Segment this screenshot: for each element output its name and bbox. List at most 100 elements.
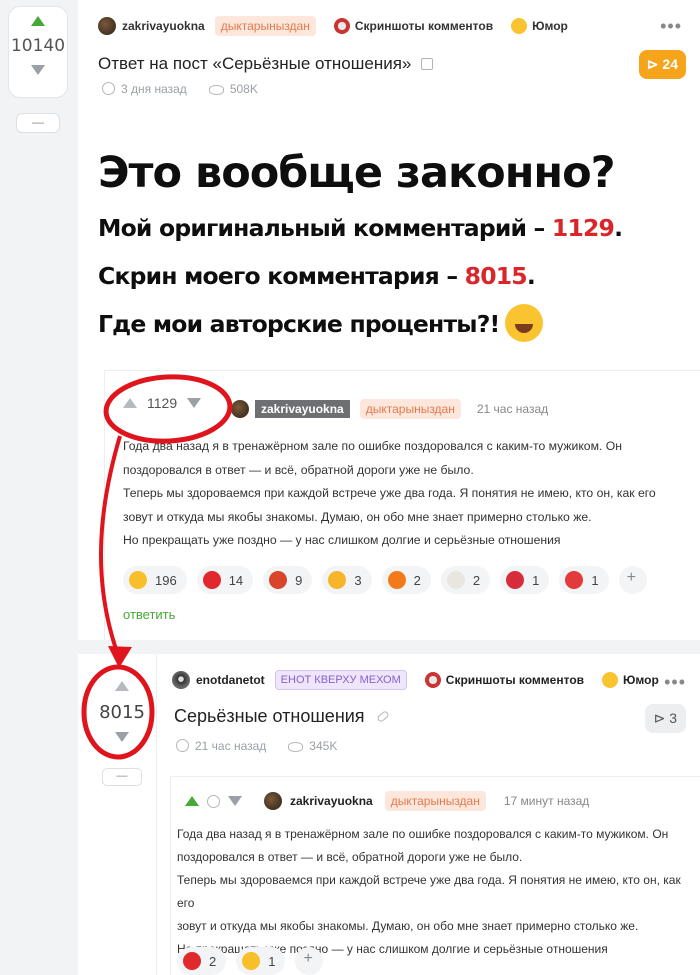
strawberry-emoji-icon [506, 571, 525, 589]
comments-category-icon [424, 672, 441, 688]
embedded-comment-text: Года два назад я в тренажёрном зале по о… [177, 827, 681, 956]
comment-author[interactable]: zakrivayuokna [255, 400, 350, 418]
eye-icon [208, 85, 224, 95]
laughing-emoji-icon [242, 952, 261, 970]
accordion-emoji-icon [269, 571, 288, 589]
collapse-button[interactable]: — [102, 768, 142, 786]
reaction-pill[interactable]: 1 [236, 947, 286, 975]
category-screenshots[interactable]: Скриншоты комментов [424, 672, 584, 688]
headline-line-3: Скрин моего комментария – 8015. [98, 262, 536, 290]
post-views: 345K [288, 739, 337, 753]
raccoon-avatar[interactable] [172, 671, 190, 689]
embedded-comment-meta: zakrivayuokna дыктарыныздан 17 минут наз… [185, 791, 589, 811]
upvote-icon[interactable] [185, 796, 199, 806]
heart-emoji-icon [183, 952, 201, 970]
add-reaction-icon[interactable] [618, 566, 647, 594]
reaction-pill[interactable]: 1 [559, 566, 609, 594]
headline-line-4: Где мои авторские проценты?! [98, 300, 698, 348]
reaction-pill[interactable]: 2 [381, 566, 431, 594]
reaction-pill[interactable]: 14 [196, 566, 254, 594]
post-vote-box: 10140 [8, 6, 68, 98]
post-rating: 10140 [10, 36, 66, 56]
post-meta: zakrivayuokna дыктарыныздан Скриншоты ко… [98, 16, 568, 36]
megaphone-icon: ⊳ [646, 56, 659, 72]
comment-author-tag[interactable]: дыктарыныздан [384, 791, 486, 811]
upvote-icon[interactable] [31, 16, 45, 26]
eye-icon [288, 742, 304, 752]
comments-count-badge[interactable]: ⊳ 24 [638, 50, 686, 79]
clock-icon [176, 739, 189, 752]
add-reaction-icon[interactable] [295, 947, 324, 975]
comment-vote: 1129 [123, 395, 202, 411]
reaction-count: 3 [354, 572, 362, 588]
upvote-icon[interactable] [115, 681, 129, 691]
category-screenshots[interactable]: Скриншоты комментов [333, 18, 493, 34]
avatar[interactable] [231, 400, 249, 418]
post-stats: 3 дня назад 508K [102, 82, 258, 96]
comment-meta: zakrivayuokna дыктарыныздан 21 час назад [231, 399, 548, 419]
downvote-icon[interactable] [31, 65, 45, 75]
reaction-pill[interactable]: 3 [322, 566, 372, 594]
reaction-pill[interactable]: 9 [263, 566, 313, 594]
author-tag[interactable]: дыктарыныздан [214, 16, 316, 36]
laughing-emoji-icon [505, 304, 544, 342]
divider [156, 654, 157, 975]
avatar[interactable] [264, 792, 282, 810]
embedded-comment: zakrivayuokna дыктарыныздан 17 минут наз… [170, 776, 700, 975]
original-post-title[interactable]: Серьёзные отношения [174, 706, 390, 727]
reaction-count: 1 [532, 572, 540, 588]
reaction-count: 2 [472, 572, 481, 588]
reaction-count: 1 [591, 572, 599, 588]
post-card: zakrivayuokna дыктарыныздан Скриншоты ко… [78, 0, 700, 975]
comment-reactions: 196 14 9 3 2 2 1 1 [123, 566, 647, 594]
author-name[interactable]: zakrivayuokna [122, 19, 205, 33]
hundred-emoji-icon [565, 571, 584, 589]
author-tag[interactable]: ЕНОТ КВЕРХУ МЕХОМ [274, 670, 407, 690]
humor-category-icon [602, 672, 619, 688]
heart-emoji-icon [202, 571, 221, 589]
original-post-stats: 21 час назад 345K [176, 739, 337, 753]
headline-line-2: Мой оригинальный комментарий – 1129. [98, 214, 623, 242]
comment-rating: 1129 [147, 395, 178, 411]
comment-upvote-icon[interactable] [123, 398, 137, 408]
external-link-icon[interactable] [421, 58, 434, 70]
comments-count-badge[interactable]: ⊳ 3 [644, 704, 686, 733]
reaction-count: 2 [209, 953, 217, 969]
comment-time: 21 час назад [476, 402, 549, 416]
reaction-count: 2 [413, 572, 421, 588]
comment-text: Года два назад я в тренажёрном зале по о… [123, 439, 656, 547]
link-icon[interactable] [375, 709, 390, 724]
more-options-icon[interactable]: ••• [664, 672, 686, 693]
category-humor[interactable]: Юмор [511, 18, 568, 34]
fire-emoji-icon [387, 571, 406, 589]
headline-image: Это вообще законно? Мой оригинальный ком… [98, 142, 698, 348]
author-name[interactable]: enotdanetot [196, 673, 265, 687]
downvote-icon[interactable] [228, 796, 242, 806]
comment-downvote-icon[interactable] [187, 398, 202, 408]
reply-link[interactable]: ответить [123, 607, 175, 622]
more-options-icon[interactable]: ••• [660, 16, 682, 37]
reaction-pill[interactable]: 2 [440, 566, 491, 594]
reaction-count: 196 [155, 572, 177, 588]
post-title[interactable]: Ответ на пост «Серьёзные отношения» [98, 54, 434, 74]
star-struck-emoji-icon [328, 571, 347, 589]
pending-rating-icon [207, 794, 220, 808]
clock-icon [102, 82, 115, 95]
comment-author[interactable]: zakrivayuokna [290, 794, 373, 808]
downvote-icon[interactable] [115, 732, 129, 742]
category-humor[interactable]: Юмор [602, 672, 659, 688]
laughing-emoji-icon [129, 571, 147, 589]
original-post-rating: 8015 [99, 702, 145, 723]
reaction-pill[interactable]: 2 [177, 947, 227, 975]
post-time: 21 час назад [176, 739, 266, 753]
comment-author-tag[interactable]: дыктарыныздан [359, 399, 461, 419]
headline-line-1: Это вообще законно? [98, 148, 616, 198]
avatar[interactable] [98, 17, 116, 35]
post-time: 3 дня назад [102, 82, 187, 96]
reaction-count: 1 [268, 953, 276, 969]
reaction-pill[interactable]: 196 [123, 566, 187, 594]
embedded-comment-reactions: 21 [177, 947, 324, 975]
humor-category-icon [511, 18, 528, 34]
collapse-button[interactable]: — [16, 113, 60, 133]
reaction-pill[interactable]: 1 [500, 566, 550, 594]
